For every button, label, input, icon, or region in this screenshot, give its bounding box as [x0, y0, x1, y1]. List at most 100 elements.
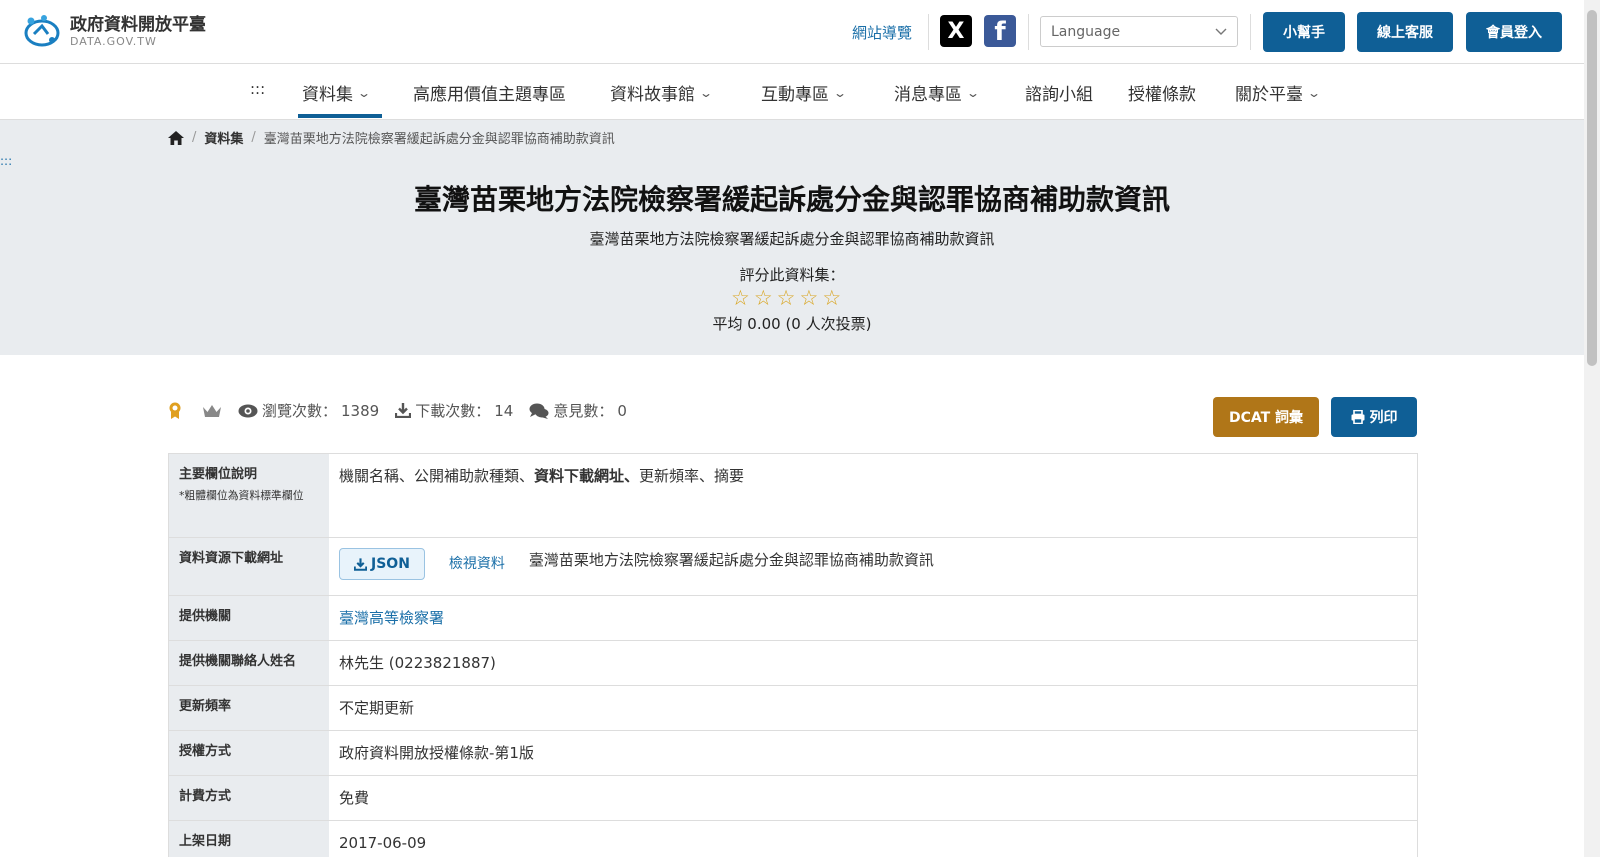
- breadcrumb-separator: /: [192, 130, 197, 145]
- header-divider: [1250, 14, 1251, 50]
- print-button-label: 列印: [1369, 410, 1398, 426]
- table-row: 更新頻率 不定期更新: [169, 686, 1417, 731]
- date-label: 上架日期: [169, 821, 329, 857]
- nav-item-label: 關於平臺: [1235, 85, 1303, 105]
- view-count-label: 瀏覽次數：: [262, 402, 338, 420]
- rating-average: 平均 0.00 (0 人次投票): [712, 315, 872, 333]
- eye-icon: [238, 404, 258, 417]
- nav-accesskey[interactable]: :::: [250, 80, 265, 98]
- comment-count-label: 意見數：: [553, 402, 614, 420]
- frequency-value: 不定期更新: [339, 699, 415, 717]
- star-icon[interactable]: ☆: [822, 286, 841, 310]
- nav-item-label: 諮詢小組: [1025, 85, 1093, 105]
- star-icon[interactable]: ☆: [777, 286, 796, 310]
- license-label: 授權方式: [169, 731, 329, 775]
- medal-icon: [169, 402, 181, 419]
- view-data-link[interactable]: 檢視資料: [449, 552, 505, 576]
- rating-label: 評分此資料集：: [739, 266, 845, 284]
- member-login-button[interactable]: 會員登入: [1466, 12, 1562, 52]
- contact-value: 林先生 (0223821887): [339, 654, 496, 672]
- breadcrumb-datasets[interactable]: 資料集: [204, 128, 243, 147]
- view-count-value: 1389: [341, 401, 380, 420]
- customer-service-button[interactable]: 線上客服: [1357, 12, 1453, 52]
- nav-item-license[interactable]: 授權條款: [1128, 80, 1196, 105]
- view-count: 瀏覽次數： 1389: [238, 400, 379, 421]
- fee-value: 免費: [339, 789, 370, 807]
- license-value: 政府資料開放授權條款-第1版: [339, 744, 534, 762]
- download-icon: [354, 557, 367, 571]
- date-value: 2017-06-09: [339, 834, 427, 852]
- main-nav: ::: 資料集 ⌄ 高應用價值主題專區 資料故事館 ⌄ 互動專區 ⌄ 消息專區 …: [0, 64, 1584, 120]
- nav-item-advisory[interactable]: 諮詢小組: [1025, 80, 1093, 105]
- logo-title: 政府資料開放平臺: [70, 14, 206, 35]
- nav-item-label: 資料故事館: [610, 85, 695, 105]
- breadcrumb-current: 臺灣苗栗地方法院檢察署緩起訴處分金與認罪協商補助款資訊: [263, 132, 615, 147]
- nav-active-indicator: [298, 114, 382, 118]
- chevron-down-icon: ⌄: [965, 85, 981, 100]
- helper-button[interactable]: 小幫手: [1263, 12, 1345, 52]
- nav-item-interactive[interactable]: 互動專區 ⌄: [761, 80, 847, 105]
- download-icon: [395, 403, 412, 418]
- nav-item-news[interactable]: 消息專區 ⌄: [894, 80, 981, 105]
- download-count: 下載次數： 14: [395, 400, 513, 421]
- chevron-down-icon: ⌄: [1306, 85, 1322, 100]
- json-format-label: JSON: [371, 556, 410, 572]
- table-row: 主要欄位說明 *粗體欄位為資料標準欄位 機關名稱、公開補助款種類、資料下載網址、…: [169, 454, 1417, 538]
- x-social-icon[interactable]: X: [940, 15, 972, 47]
- nav-item-label: 授權條款: [1128, 85, 1196, 105]
- dataset-hero: / 資料集 / 臺灣苗栗地方法院檢察署緩起訴處分金與認罪協商補助款資訊 ::: …: [0, 120, 1584, 355]
- table-row: 提供機關聯絡人姓名 林先生 (0223821887): [169, 641, 1417, 686]
- chevron-down-icon: [1215, 28, 1227, 35]
- print-button[interactable]: 列印: [1331, 397, 1417, 437]
- header-divider: [928, 14, 929, 50]
- star-icon[interactable]: ☆: [754, 286, 773, 310]
- content-accesskey[interactable]: :::: [0, 154, 12, 168]
- comment-count-value: 0: [617, 401, 627, 420]
- dcat-vocabulary-button[interactable]: DCAT 詞彙: [1213, 397, 1319, 437]
- rating-stars: ☆ ☆ ☆ ☆ ☆: [731, 286, 841, 310]
- language-select[interactable]: Language: [1040, 16, 1238, 47]
- nav-item-about[interactable]: 關於平臺 ⌄: [1235, 80, 1322, 105]
- logo-icon: [24, 15, 60, 47]
- comment-count: 意見數： 0: [529, 400, 627, 421]
- comments-icon: [529, 403, 549, 419]
- page-title: 臺灣苗栗地方法院檢察署緩起訴處分金與認罪協商補助款資訊: [413, 183, 1170, 216]
- star-icon[interactable]: ☆: [799, 286, 818, 310]
- nav-item-high-value[interactable]: 高應用價值主題專區: [413, 80, 566, 105]
- nav-item-stories[interactable]: 資料故事館 ⌄: [610, 80, 714, 105]
- table-row: 計費方式 免費: [169, 776, 1417, 821]
- scrollbar-thumb[interactable]: [1587, 10, 1597, 366]
- language-select-value: Language: [1051, 23, 1121, 40]
- chevron-down-icon: ⌄: [698, 85, 714, 100]
- fields-value-bold: 資料下載網址、: [534, 467, 640, 485]
- nav-item-datasets[interactable]: 資料集 ⌄: [302, 80, 372, 105]
- logo-subtitle: DATA.GOV.TW: [70, 34, 157, 48]
- frequency-label: 更新頻率: [169, 686, 329, 730]
- download-count-label: 下載次數：: [415, 402, 491, 420]
- breadcrumb: / 資料集 / 臺灣苗栗地方法院檢察署緩起訴處分金與認罪協商補助款資訊: [168, 128, 615, 147]
- table-row: 上架日期 2017-06-09: [169, 821, 1417, 857]
- fields-note: *粗體欄位為資料標準欄位: [179, 489, 304, 502]
- table-row: 提供機關 臺灣高等檢察署: [169, 596, 1417, 641]
- facebook-social-icon[interactable]: f: [984, 15, 1016, 47]
- home-icon[interactable]: [168, 130, 184, 145]
- star-icon[interactable]: ☆: [731, 286, 750, 310]
- fields-value-normal: 機關名稱、公開補助款種類、: [339, 467, 535, 485]
- resource-label: 資料資源下載網址: [169, 538, 329, 595]
- sitemap-link[interactable]: 網站導覽: [852, 22, 912, 43]
- provider-link[interactable]: 臺灣高等檢察署: [339, 606, 444, 630]
- page-scrollbar[interactable]: [1584, 0, 1600, 857]
- contact-label: 提供機關聯絡人姓名: [169, 641, 329, 685]
- header-divider: [1028, 14, 1029, 50]
- fee-label: 計費方式: [169, 776, 329, 820]
- site-logo[interactable]: 政府資料開放平臺 DATA.GOV.TW: [22, 12, 206, 50]
- nav-item-label: 資料集: [302, 85, 353, 105]
- dataset-info-table: 主要欄位說明 *粗體欄位為資料標準欄位 機關名稱、公開補助款種類、資料下載網址、…: [168, 453, 1418, 857]
- chevron-down-icon: ⌄: [356, 85, 372, 100]
- provider-label: 提供機關: [169, 596, 329, 640]
- json-download-button[interactable]: JSON: [339, 548, 425, 580]
- download-count-value: 14: [494, 401, 514, 420]
- nav-item-label: 高應用價值主題專區: [413, 85, 566, 105]
- row-label: 主要欄位說明 *粗體欄位為資料標準欄位: [169, 454, 329, 537]
- table-row: 授權方式 政府資料開放授權條款-第1版: [169, 731, 1417, 776]
